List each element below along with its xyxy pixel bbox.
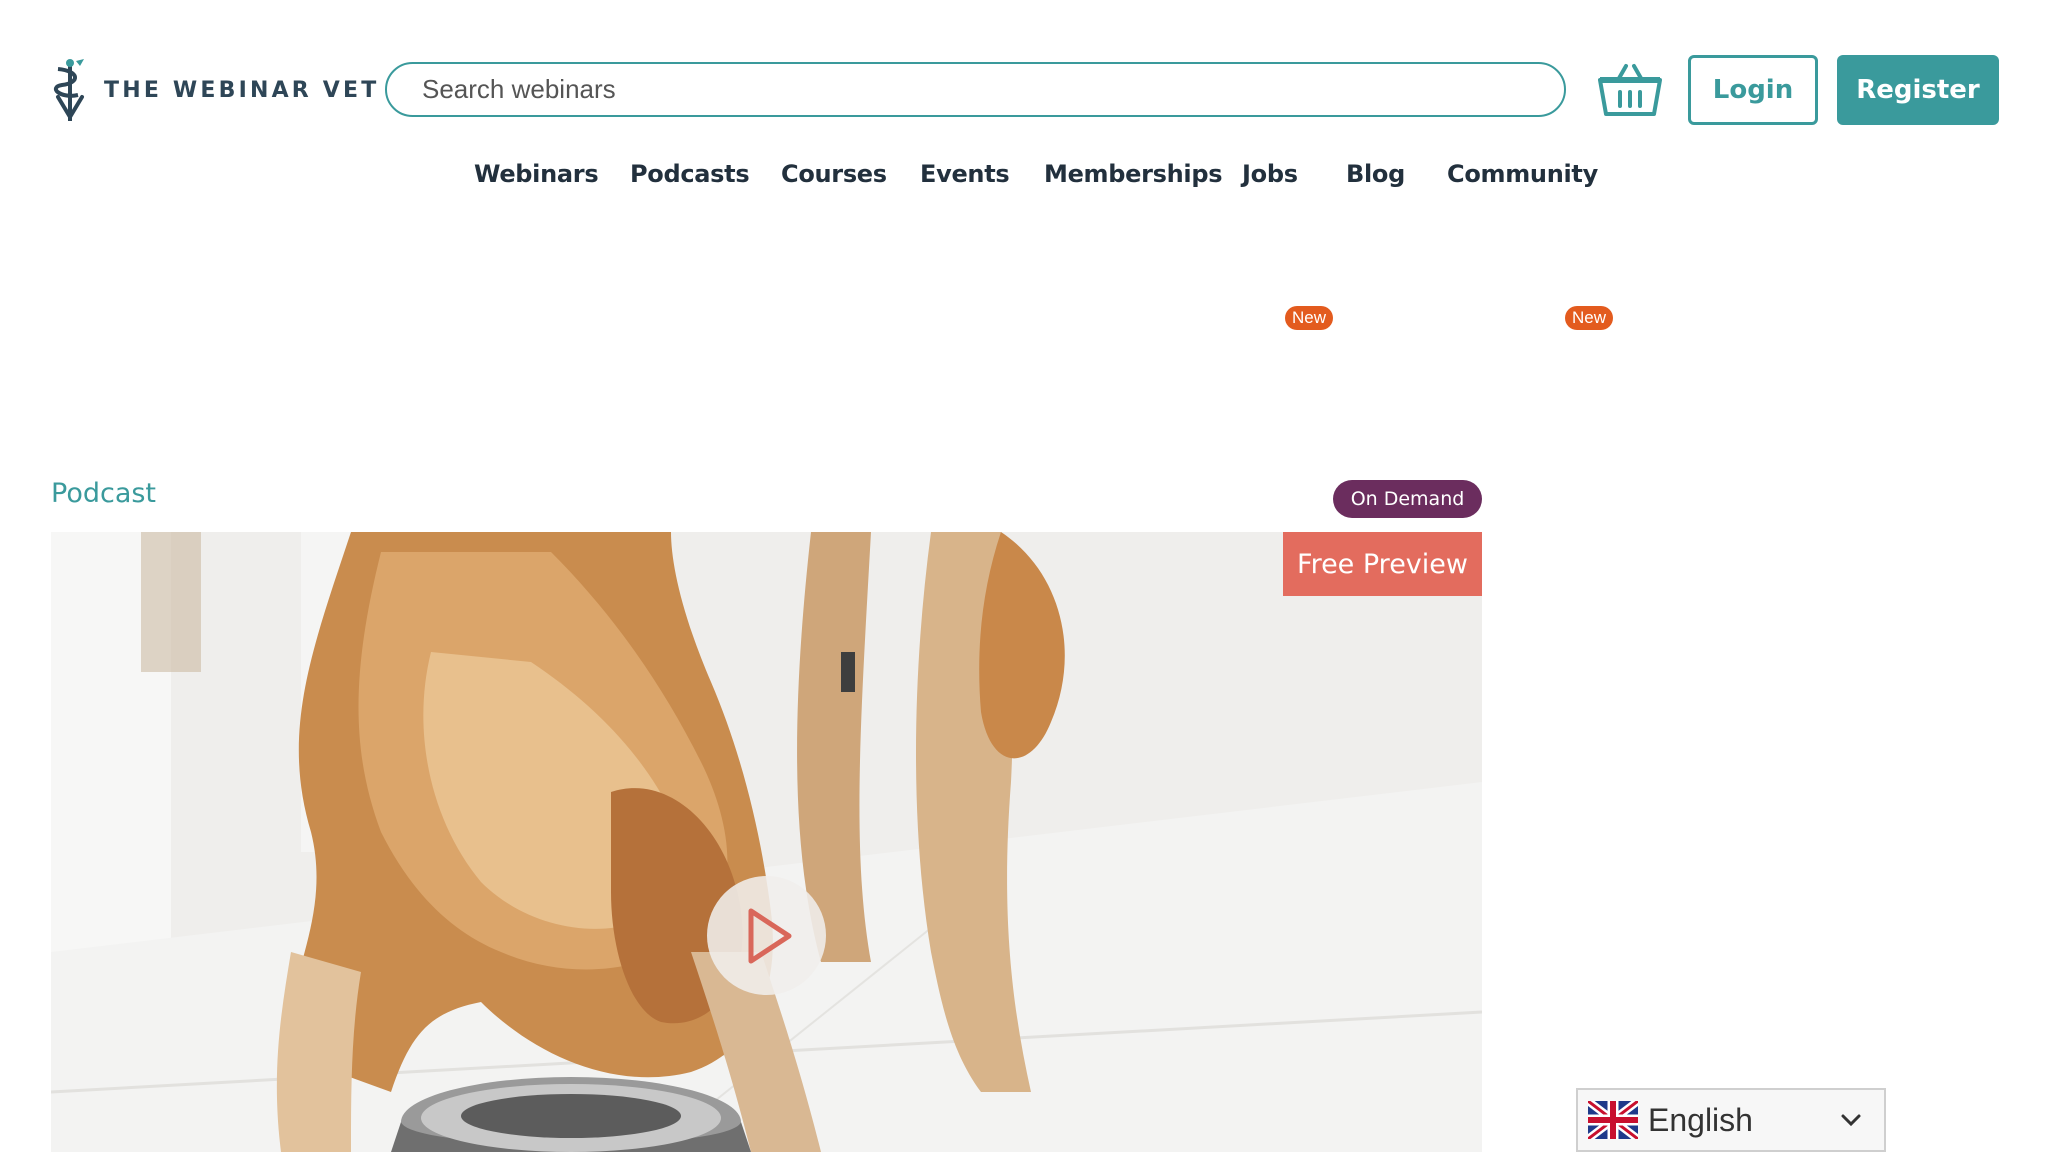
play-button[interactable] (707, 876, 826, 995)
nav-item-events[interactable]: Events (920, 160, 1010, 188)
nav-item-webinars[interactable]: Webinars (474, 160, 599, 188)
search-input[interactable] (420, 73, 1564, 106)
nav-item-community[interactable]: Community (1447, 160, 1598, 188)
nav-item-podcasts[interactable]: Podcasts (630, 160, 750, 188)
main-nav: Webinars Podcasts Courses Events Members… (0, 160, 2048, 330)
play-icon (748, 908, 791, 963)
podcast-thumbnail[interactable] (51, 532, 1482, 1152)
nav-item-jobs[interactable]: Jobs (1242, 160, 1298, 188)
caduceus-logo-icon (54, 59, 84, 121)
chevron-down-icon (1841, 1114, 1861, 1127)
nav-item-courses[interactable]: Courses (781, 160, 887, 188)
basket-icon[interactable] (1596, 60, 1664, 118)
free-preview-button[interactable]: Free Preview (1283, 532, 1482, 596)
content-type-label: Podcast (51, 478, 157, 509)
language-label: English (1648, 1101, 1753, 1138)
register-button[interactable]: Register (1837, 55, 1999, 125)
language-selector[interactable]: English (1576, 1088, 1886, 1152)
on-demand-badge: On Demand (1333, 480, 1482, 518)
site-logo[interactable]: THE WEBINAR VET (50, 57, 379, 123)
logo-text: THE WEBINAR VET (104, 77, 380, 103)
dog-eating-image (51, 532, 1482, 1152)
nav-item-blog[interactable]: Blog (1346, 160, 1405, 188)
community-new-badge: New (1565, 306, 1614, 330)
login-button[interactable]: Login (1688, 55, 1818, 125)
nav-item-memberships[interactable]: Memberships (1044, 160, 1223, 188)
jobs-new-badge: New (1285, 306, 1334, 330)
uk-flag-icon (1588, 1101, 1638, 1139)
search-bar[interactable] (385, 62, 1566, 117)
